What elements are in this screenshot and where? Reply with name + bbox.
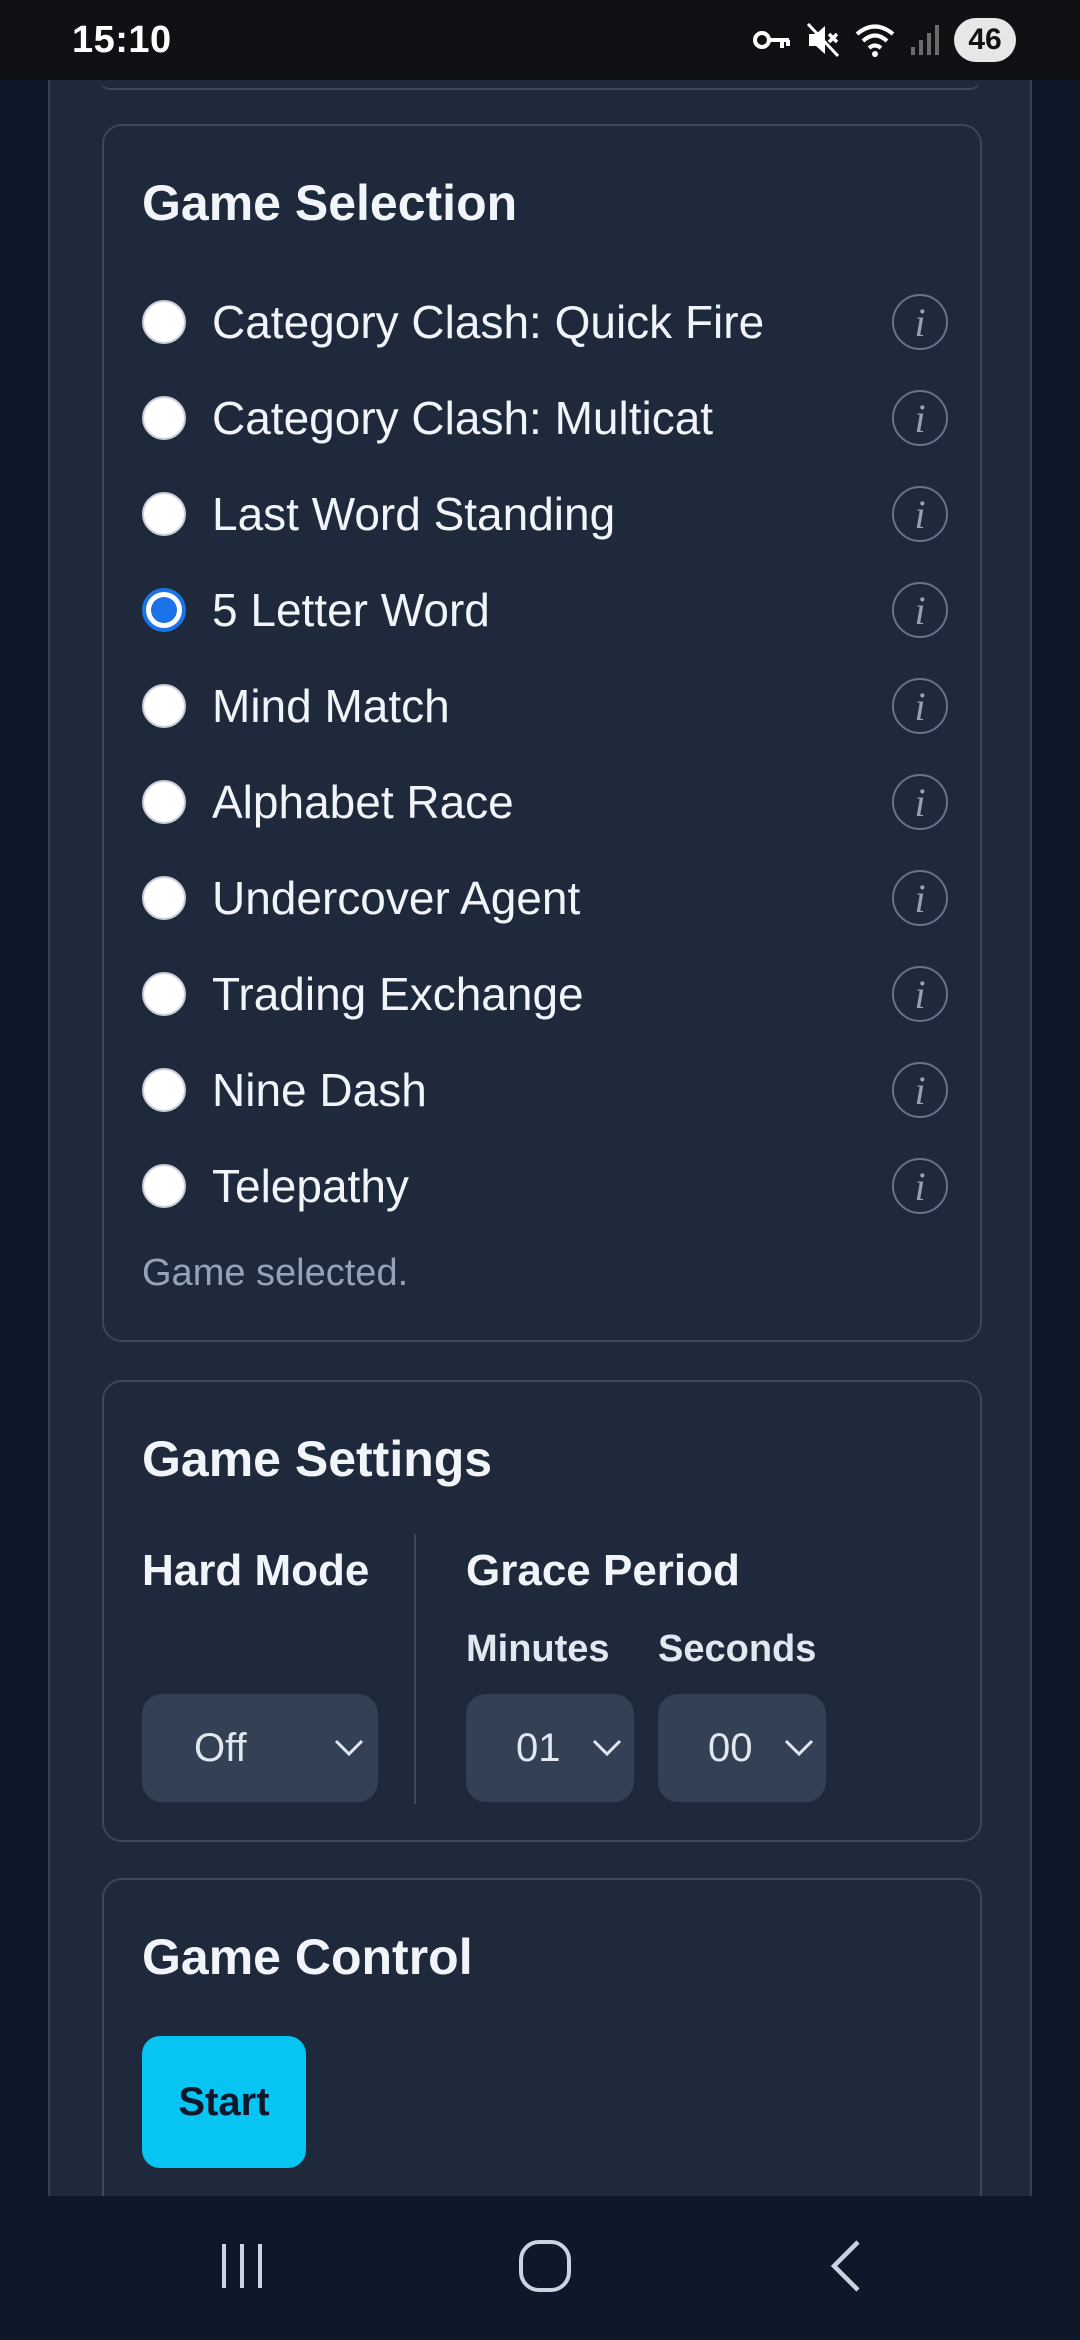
signal-icon bbox=[911, 25, 939, 55]
hard-mode-label: Hard Mode bbox=[142, 1546, 370, 1595]
game-option-label: Nine Dash bbox=[212, 1064, 427, 1116]
game-option-label: 5 Letter Word bbox=[212, 584, 490, 636]
settings-divider bbox=[414, 1534, 416, 1804]
wifi-icon bbox=[855, 24, 895, 57]
back-icon[interactable] bbox=[818, 2236, 878, 2296]
info-icon[interactable]: i bbox=[892, 774, 948, 830]
game-option[interactable]: Category Clash: Quick Fire i bbox=[142, 282, 948, 362]
game-control-title: Game Control bbox=[142, 1929, 473, 1985]
game-option[interactable]: Nine Dash i bbox=[142, 1050, 948, 1130]
info-icon[interactable]: i bbox=[892, 294, 948, 350]
start-button[interactable]: Start bbox=[142, 2036, 306, 2168]
game-option[interactable]: Undercover Agent i bbox=[142, 858, 948, 938]
game-option-label: Mind Match bbox=[212, 680, 450, 732]
game-radio[interactable] bbox=[142, 972, 186, 1016]
game-option[interactable]: 5 Letter Word i bbox=[142, 570, 948, 650]
info-icon[interactable]: i bbox=[892, 582, 948, 638]
game-option-label: Category Clash: Multicat bbox=[212, 392, 714, 444]
game-option[interactable]: Trading Exchange i bbox=[142, 954, 948, 1034]
game-option[interactable]: Category Clash: Multicat i bbox=[142, 378, 948, 458]
game-settings-card: Game Settings Hard Mode Off Grace Period… bbox=[102, 1380, 982, 1842]
mute-icon bbox=[806, 22, 840, 58]
game-radio[interactable] bbox=[142, 396, 186, 440]
game-radio[interactable] bbox=[142, 684, 186, 728]
battery-indicator: 46 bbox=[954, 18, 1016, 62]
grace-period-label: Grace Period bbox=[466, 1546, 740, 1595]
chevron-down-icon bbox=[334, 1739, 364, 1757]
info-icon[interactable]: i bbox=[892, 678, 948, 734]
game-option-label: Trading Exchange bbox=[212, 968, 584, 1020]
game-radio[interactable] bbox=[142, 492, 186, 536]
status-time: 15:10 bbox=[72, 18, 172, 61]
minutes-value: 01 bbox=[516, 1725, 561, 1770]
chevron-down-icon bbox=[784, 1739, 814, 1757]
vpn-key-icon bbox=[753, 31, 790, 49]
info-icon[interactable]: i bbox=[892, 966, 948, 1022]
game-radio[interactable] bbox=[142, 300, 186, 344]
info-icon[interactable]: i bbox=[892, 870, 948, 926]
game-selection-card: Game Selection Category Clash: Quick Fir… bbox=[102, 124, 982, 1342]
game-option-label: Telepathy bbox=[212, 1160, 409, 1212]
game-radio[interactable] bbox=[142, 780, 186, 824]
game-radio[interactable] bbox=[142, 1164, 186, 1208]
game-radio[interactable] bbox=[142, 588, 186, 632]
hard-mode-select[interactable]: Off bbox=[142, 1694, 378, 1802]
game-status-message: Game selected. bbox=[142, 1252, 409, 1294]
game-option-label: Undercover Agent bbox=[212, 872, 581, 924]
chevron-down-icon bbox=[592, 1739, 622, 1757]
info-icon[interactable]: i bbox=[892, 1062, 948, 1118]
game-selection-title: Game Selection bbox=[142, 175, 518, 231]
info-icon[interactable]: i bbox=[892, 390, 948, 446]
game-option[interactable]: Last Word Standing i bbox=[142, 474, 948, 554]
info-icon[interactable]: i bbox=[892, 486, 948, 542]
game-option-label: Last Word Standing bbox=[212, 488, 616, 540]
minutes-select[interactable]: 01 bbox=[466, 1694, 634, 1802]
game-settings-title: Game Settings bbox=[142, 1431, 493, 1487]
status-icons: 46 bbox=[752, 18, 1016, 62]
game-option[interactable]: Alphabet Race i bbox=[142, 762, 948, 842]
navigation-bar bbox=[0, 2196, 1080, 2340]
game-option[interactable]: Telepathy i bbox=[142, 1146, 948, 1226]
hard-mode-value: Off bbox=[194, 1725, 247, 1770]
minutes-label: Minutes bbox=[466, 1628, 610, 1670]
info-icon[interactable]: i bbox=[892, 1158, 948, 1214]
game-radio[interactable] bbox=[142, 876, 186, 920]
game-control-card: Game Control Start bbox=[102, 1878, 982, 2196]
recent-apps-icon[interactable] bbox=[212, 2236, 272, 2296]
status-bar: 15:10 46 bbox=[0, 0, 1080, 80]
home-icon[interactable] bbox=[515, 2236, 575, 2296]
seconds-label: Seconds bbox=[658, 1628, 817, 1670]
content-column: Game Selection Category Clash: Quick Fir… bbox=[48, 80, 1032, 2196]
previous-card-edge bbox=[100, 80, 980, 90]
seconds-value: 00 bbox=[708, 1725, 753, 1770]
game-option-label: Category Clash: Quick Fire bbox=[212, 296, 765, 348]
game-option-label: Alphabet Race bbox=[212, 776, 514, 828]
game-radio[interactable] bbox=[142, 1068, 186, 1112]
game-option[interactable]: Mind Match i bbox=[142, 666, 948, 746]
seconds-select[interactable]: 00 bbox=[658, 1694, 826, 1802]
